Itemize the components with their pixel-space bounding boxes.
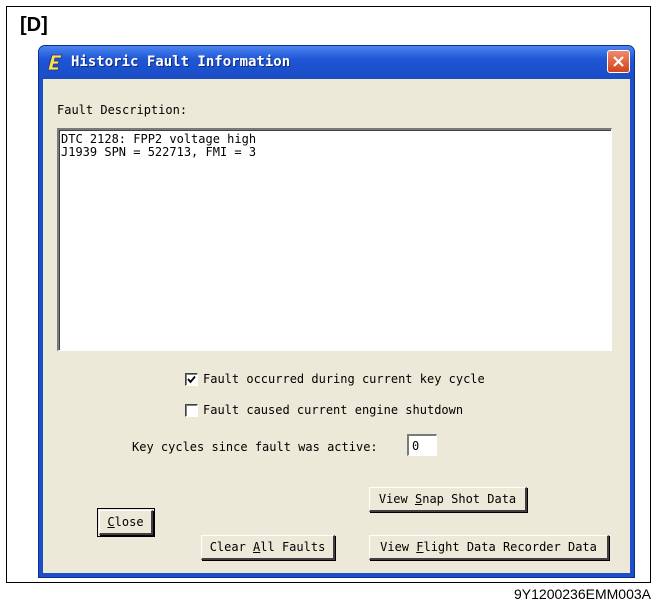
clear-all-faults-button[interactable]: Clear All Faults [201,535,335,560]
current-key-cycle-row: Fault occurred during current key cycle [185,372,485,386]
current-key-cycle-checkbox[interactable] [185,372,198,386]
title-bar[interactable]: Historic Fault Information [39,46,634,79]
checkmark-icon [187,375,196,383]
engine-shutdown-checkbox[interactable] [185,403,198,417]
current-key-cycle-label: Fault occurred during current key cycle [203,372,485,386]
engine-shutdown-label: Fault caused current engine shutdown [203,403,464,417]
view-snap-shot-data-button[interactable]: View Snap Shot Data [369,487,527,512]
fault-line-2: J1939 SPN = 522713, FMI = 3 [61,145,257,159]
key-cycles-label: Key cycles since fault was active: [132,440,378,454]
fault-description-textarea[interactable]: DTC 2128: FPP2 voltage high J1939 SPN = … [57,128,612,351]
engine-shutdown-row: Fault caused current engine shutdown [185,403,463,417]
close-button[interactable]: Close [97,508,155,537]
close-x-button[interactable] [607,50,630,73]
view-flight-data-recorder-button[interactable]: View Flight Data Recorder Data [369,535,609,560]
fault-description-label: Fault Description: [57,103,188,117]
window-title: Historic Fault Information [71,54,291,70]
key-cycles-input[interactable] [407,434,437,456]
app-e-icon [47,54,63,71]
section-label: [D] [20,14,48,36]
figure-caption: 9Y1200236EMM003A [514,586,651,602]
historic-fault-window: Historic Fault Information Fault Descrip… [38,45,635,578]
close-x-icon [613,56,624,67]
dialog-client-area: Fault Description: DTC 2128: FPP2 voltag… [43,79,630,573]
